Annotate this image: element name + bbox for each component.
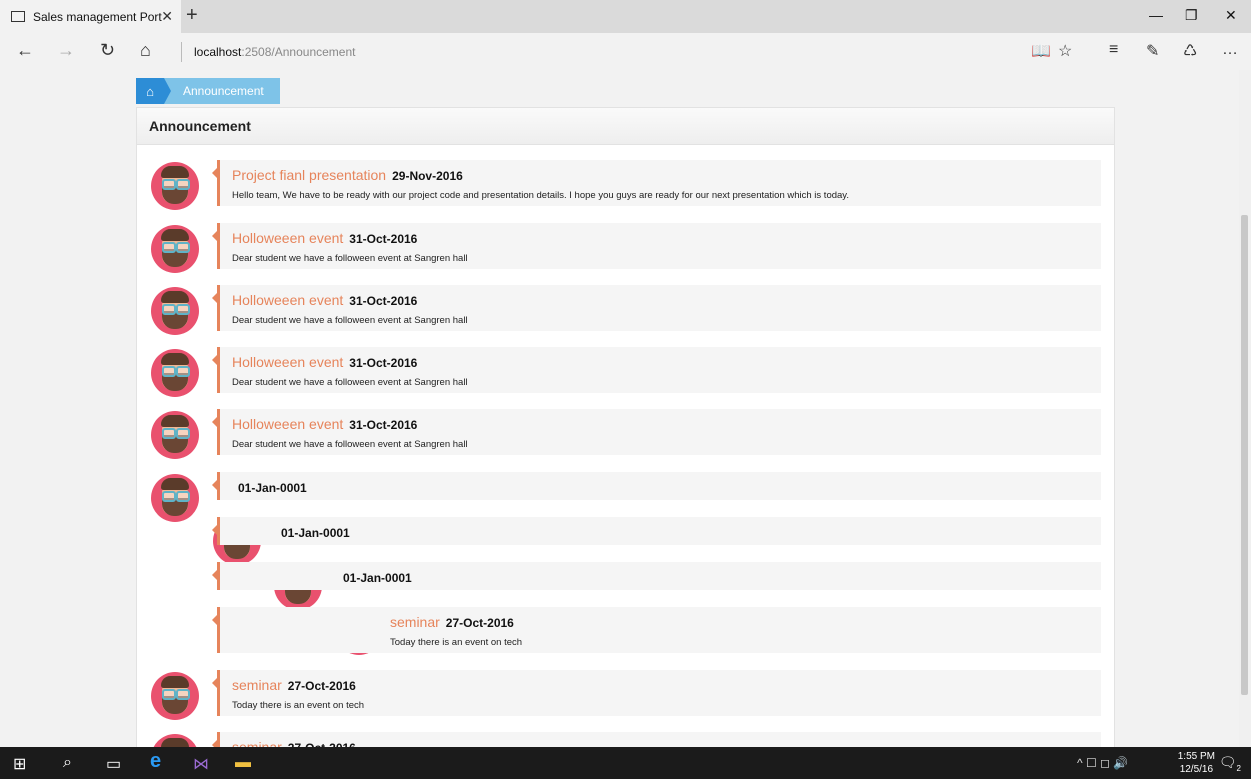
announcement-date: 31-Oct-2016 xyxy=(349,418,418,432)
announcement-message: Dear student we have a folloween event a… xyxy=(232,377,468,388)
scrollbar-thumb[interactable] xyxy=(1241,215,1248,695)
web-note-icon[interactable]: ✎ xyxy=(1146,41,1159,61)
tab-bar: Sales management Port ✕ + — ❐ ✕ xyxy=(0,0,1251,33)
edge-icon[interactable]: e xyxy=(150,750,161,773)
browser-tab[interactable]: Sales management Port ✕ xyxy=(0,0,181,33)
announcement-date: 27-Oct-2016 xyxy=(287,679,356,693)
taskbar: ⊞ ⌕ ▭ e ⋈ ▬ ^ ☐ ◻ 🔊 1:55 PM 12/5/16 🗨2 xyxy=(0,747,1251,779)
announcement-message: Dear student we have a folloween event a… xyxy=(232,439,468,450)
home-icon[interactable]: ⌂ xyxy=(136,78,171,104)
announcement-date: 31-Oct-2016 xyxy=(349,356,418,370)
announcement-title: seminar xyxy=(232,677,282,693)
announcement-message: Dear student we have a folloween event a… xyxy=(232,253,468,264)
tab-close-icon[interactable]: ✕ xyxy=(161,8,173,25)
announcement-item: 01-Jan-0001 xyxy=(212,517,1101,545)
system-tray-icons[interactable]: ^ ☐ ◻ 🔊 xyxy=(1077,756,1128,770)
announcement-message: Today there is an event on tech xyxy=(390,637,523,648)
announcement-date: 01-Jan-0001 xyxy=(281,526,350,540)
home-glyph: ⌂ xyxy=(146,83,154,99)
hub-icon[interactable]: ≡ xyxy=(1109,41,1118,59)
action-center-icon[interactable]: 🗨2 xyxy=(1219,754,1241,773)
avatar xyxy=(151,734,199,747)
task-view-icon[interactable]: ▭ xyxy=(106,754,121,774)
url-path: :2508/Announcement xyxy=(241,45,356,59)
page-viewport: ⌂ Announcement Announcement Project fian… xyxy=(0,70,1251,747)
url-separator xyxy=(181,42,182,62)
announcement-date: 27-Oct-2016 xyxy=(445,616,514,630)
home-button-icon[interactable]: ⌂ xyxy=(140,40,151,61)
announcement-date: 29-Nov-2016 xyxy=(392,169,463,183)
visual-studio-icon[interactable]: ⋈ xyxy=(193,754,209,774)
restore-icon[interactable]: ❐ xyxy=(1185,7,1198,24)
share-icon[interactable]: ♺ xyxy=(1183,41,1197,61)
forward-icon[interactable]: → xyxy=(57,40,75,61)
new-tab-icon[interactable]: + xyxy=(186,4,198,27)
windows-start-icon[interactable]: ⊞ xyxy=(13,754,26,774)
clock-time: 1:55 PM xyxy=(1177,751,1215,762)
refresh-icon[interactable]: ↻ xyxy=(100,40,115,61)
scrollbar[interactable] xyxy=(1239,70,1251,747)
announcement-item: seminar 27-Oct-2016 Today there is an even… xyxy=(212,607,1101,653)
more-icon[interactable]: … xyxy=(1222,41,1238,59)
url-field[interactable]: localhost:2508/Announcement xyxy=(194,45,355,59)
announcement-title: seminar xyxy=(232,739,282,747)
window-close-icon[interactable]: ✕ xyxy=(1225,7,1237,24)
tab-title: Sales management Port xyxy=(33,9,162,24)
announcement-title: seminar xyxy=(390,614,440,630)
breadcrumb-current[interactable]: Announcement xyxy=(164,78,280,104)
announcement-item: Holloweeen event 31-Oct-2016 Dear student … xyxy=(212,223,1101,269)
announcement-title: Holloweeen event xyxy=(232,354,344,370)
announcement-panel: Announcement Project fianl presentation 2… xyxy=(136,107,1115,747)
clock[interactable]: 1:55 PM 12/5/16 xyxy=(1178,750,1215,776)
announcement-title: Holloweeen event xyxy=(232,292,344,308)
page-icon xyxy=(11,11,25,22)
announcement-item: Project fianl presentation 29-Nov-2016 Hel… xyxy=(212,160,1101,206)
announcement-message: Hello team, We have to be ready with our… xyxy=(232,190,849,201)
announcement-date: 01-Jan-0001 xyxy=(238,481,307,495)
search-icon[interactable]: ⌕ xyxy=(63,754,72,772)
breadcrumb: ⌂ Announcement xyxy=(136,78,280,104)
panel-title: Announcement xyxy=(137,108,1114,145)
announcement-title: Project fianl presentation xyxy=(232,167,387,183)
avatar xyxy=(151,411,199,459)
minimize-icon[interactable]: — xyxy=(1149,7,1163,23)
announcement-date: 01-Jan-0001 xyxy=(343,571,412,585)
announcement-title: Holloweeen event xyxy=(232,416,344,432)
announcement-item: Holloweeen event 31-Oct-2016 Dear student … xyxy=(212,285,1101,331)
announcement-item: 01-Jan-0001 xyxy=(212,562,1101,590)
url-host: localhost xyxy=(194,45,242,59)
address-bar: ← → ↻ ⌂ localhost:2508/Announcement 📖 ☆ … xyxy=(0,33,1251,70)
avatar xyxy=(151,349,199,397)
announcement-item: Holloweeen event 31-Oct-2016 Dear student … xyxy=(212,347,1101,393)
file-explorer-icon[interactable]: ▬ xyxy=(235,754,251,772)
announcement-item: Holloweeen event 31-Oct-2016 Dear student … xyxy=(212,409,1101,455)
avatar xyxy=(151,287,199,335)
announcement-item: 01-Jan-0001 xyxy=(212,472,1101,500)
notification-count: 2 xyxy=(1236,763,1241,773)
avatar xyxy=(151,672,199,720)
announcement-date: 31-Oct-2016 xyxy=(349,294,418,308)
announcement-item: seminar 27-Oct-2016 Today there is an even… xyxy=(212,670,1101,716)
avatar xyxy=(151,162,199,210)
favorite-icon[interactable]: ☆ xyxy=(1058,41,1072,61)
announcement-message: Dear student we have a folloween event a… xyxy=(232,315,468,326)
back-icon[interactable]: ← xyxy=(16,40,34,61)
reading-view-icon[interactable]: 📖 xyxy=(1031,41,1051,61)
announcement-title: Holloweeen event xyxy=(232,230,344,246)
avatar xyxy=(151,474,199,522)
avatar xyxy=(151,225,199,273)
announcement-item: seminar27-Oct-2016 xyxy=(212,732,1101,747)
announcement-date: 31-Oct-2016 xyxy=(349,232,418,246)
clock-date: 12/5/16 xyxy=(1179,764,1214,775)
announcement-message: Today there is an event on tech xyxy=(232,700,365,711)
